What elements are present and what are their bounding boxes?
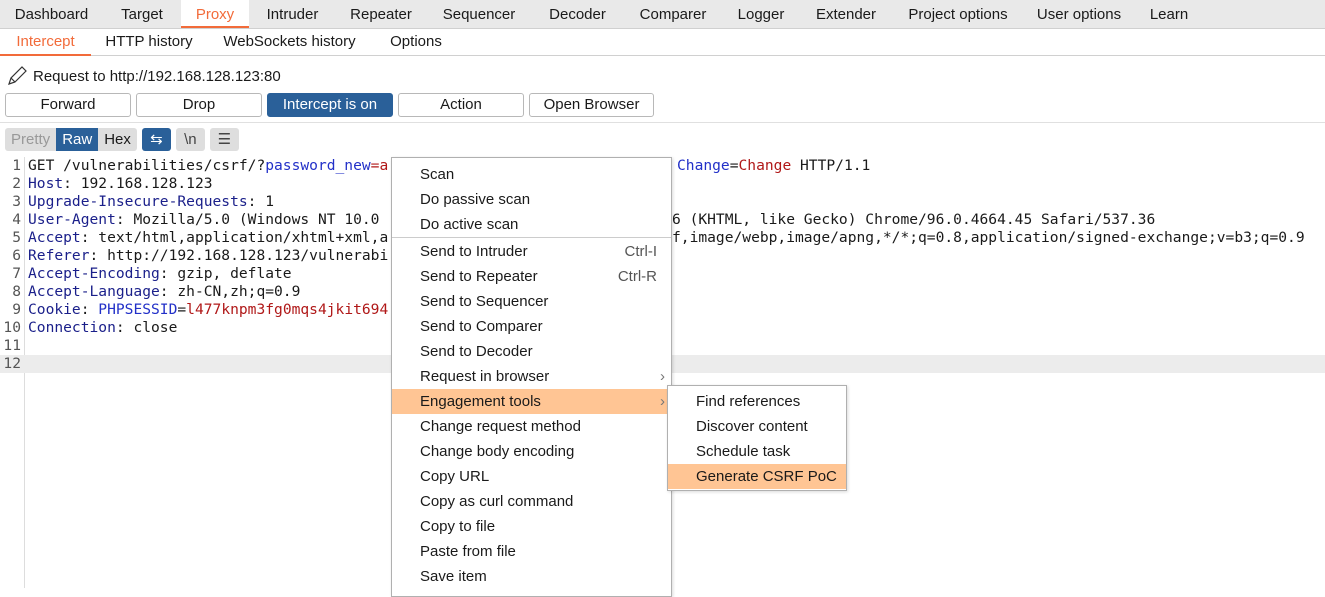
tab-project-options[interactable]: Project options — [893, 0, 1023, 28]
menu-item-copy-as-curl[interactable]: Copy as curl command — [392, 489, 671, 514]
line-text: GET /vulnerabilities/csrf/?password_new=… — [28, 157, 389, 174]
chevron-right-icon: › — [660, 368, 665, 385]
line-text: Referer: http://192.168.128.123/vulnerab… — [28, 247, 389, 264]
line-text: User-Agent: Mozilla/5.0 (Windows NT 10.0 — [28, 211, 380, 228]
tab-comparer[interactable]: Comparer — [623, 0, 723, 28]
line-number: 6 — [12, 247, 21, 264]
menu-item-find-references[interactable]: Find references — [668, 389, 846, 414]
intercept-toggle-button[interactable]: Intercept is on — [267, 93, 393, 117]
line-number: 11 — [3, 337, 21, 354]
menu-item-change-request-method[interactable]: Change request method — [392, 414, 671, 439]
menu-item-send-to-repeater[interactable]: Send to Repeater Ctrl-R — [392, 264, 671, 289]
tab-extender[interactable]: Extender — [799, 0, 893, 28]
line-number: 2 — [12, 175, 21, 192]
context-menu: Scan Do passive scan Do active scan Send… — [391, 157, 672, 597]
menu-item-send-to-comparer[interactable]: Send to Comparer — [392, 314, 671, 339]
menu-item-send-to-intruder[interactable]: Send to Intruder Ctrl-I — [392, 239, 671, 264]
line-number: 3 — [12, 193, 21, 210]
hex-button[interactable]: Hex — [98, 128, 137, 151]
menu-item-request-in-browser[interactable]: Request in browser › — [392, 364, 671, 389]
tab-options[interactable]: Options — [372, 29, 460, 56]
view-mode-selector: Pretty Raw Hex — [5, 128, 137, 151]
chevron-right-icon: › — [660, 393, 665, 410]
menu-item-active-scan[interactable]: Do active scan — [392, 212, 671, 237]
tab-learn[interactable]: Learn — [1135, 0, 1203, 28]
request-info: Request to http://192.168.128.123:80 — [7, 66, 281, 86]
divider — [0, 122, 1325, 123]
wrap-icon[interactable]: ⇆ — [141, 128, 171, 151]
tab-target[interactable]: Target — [103, 0, 181, 28]
main-tabs: Dashboard Target Proxy Intruder Repeater… — [0, 0, 1325, 29]
line-number: 7 — [12, 265, 21, 282]
tab-http-history[interactable]: HTTP history — [91, 29, 207, 56]
menu-item-copy-to-file[interactable]: Copy to file — [392, 514, 671, 539]
tab-repeater[interactable]: Repeater — [336, 0, 426, 28]
menu-item-scan[interactable]: Scan — [392, 162, 671, 187]
menu-item-paste-from-file[interactable]: Paste from file — [392, 539, 671, 564]
engagement-tools-submenu: Find references Discover content Schedul… — [667, 385, 847, 491]
request-url-label: Request to http://192.168.128.123:80 — [33, 67, 281, 85]
tab-websockets-history[interactable]: WebSockets history — [207, 29, 372, 56]
menu-item-copy-url[interactable]: Copy URL — [392, 464, 671, 489]
open-browser-button[interactable]: Open Browser — [529, 93, 654, 117]
proxy-sub-tabs: Intercept HTTP history WebSockets histor… — [0, 29, 1325, 56]
tab-dashboard[interactable]: Dashboard — [0, 0, 103, 28]
tab-user-options[interactable]: User options — [1023, 0, 1135, 28]
line-text: Upgrade-Insecure-Requests: 1 — [28, 193, 275, 210]
line-text-right: 6 (KHTML, like Gecko) Chrome/96.0.4664.4… — [672, 211, 1156, 228]
menu-item-passive-scan[interactable]: Do passive scan — [392, 187, 671, 212]
line-text-right: f,image/webp,image/apng,*/*;q=0.8,applic… — [672, 229, 1305, 246]
line-text-right: Change=Change HTTP/1.1 — [677, 157, 871, 174]
line-text: Cookie: PHPSESSID=l477knpm3fg0mqs4jkit69… — [28, 301, 389, 318]
tab-logger[interactable]: Logger — [723, 0, 799, 28]
line-text: Accept-Encoding: gzip, deflate — [28, 265, 292, 282]
tab-intruder[interactable]: Intruder — [249, 0, 336, 28]
line-number: 8 — [12, 283, 21, 300]
line-number: 12 — [3, 355, 21, 372]
menu-item-discover-content[interactable]: Discover content — [668, 414, 846, 439]
raw-button[interactable]: Raw — [56, 128, 99, 151]
menu-item-save-item[interactable]: Save item — [392, 564, 671, 589]
menu-separator — [392, 237, 671, 238]
line-text: Accept-Language: zh-CN,zh;q=0.9 — [28, 283, 301, 300]
tab-sequencer[interactable]: Sequencer — [426, 0, 532, 28]
menu-item-send-to-decoder[interactable]: Send to Decoder — [392, 339, 671, 364]
line-text: Connection: close — [28, 319, 178, 336]
tab-decoder[interactable]: Decoder — [532, 0, 623, 28]
line-number: 9 — [12, 301, 21, 318]
newline-button[interactable]: \n — [175, 128, 205, 151]
menu-icon[interactable]: ☰ — [209, 128, 239, 151]
tab-proxy[interactable]: Proxy — [181, 0, 249, 28]
line-number: 10 — [3, 319, 21, 336]
pretty-button[interactable]: Pretty — [5, 128, 57, 151]
menu-item-change-body-encoding[interactable]: Change body encoding — [392, 439, 671, 464]
tab-intercept[interactable]: Intercept — [0, 29, 91, 56]
drop-button[interactable]: Drop — [136, 93, 262, 117]
menu-item-schedule-task[interactable]: Schedule task — [668, 439, 846, 464]
menu-item-generate-csrf-poc[interactable]: Generate CSRF PoC — [668, 464, 846, 489]
line-text: Host: 192.168.128.123 — [28, 175, 213, 192]
pencil-icon — [8, 66, 27, 85]
line-number: 4 — [12, 211, 21, 228]
line-number: 1 — [12, 157, 21, 174]
forward-button[interactable]: Forward — [5, 93, 131, 117]
menu-item-engagement-tools[interactable]: Engagement tools › — [392, 389, 671, 414]
menu-item-send-to-sequencer[interactable]: Send to Sequencer — [392, 289, 671, 314]
line-text: Accept: text/html,application/xhtml+xml,… — [28, 229, 389, 246]
line-number: 5 — [12, 229, 21, 246]
action-button[interactable]: Action — [398, 93, 524, 117]
